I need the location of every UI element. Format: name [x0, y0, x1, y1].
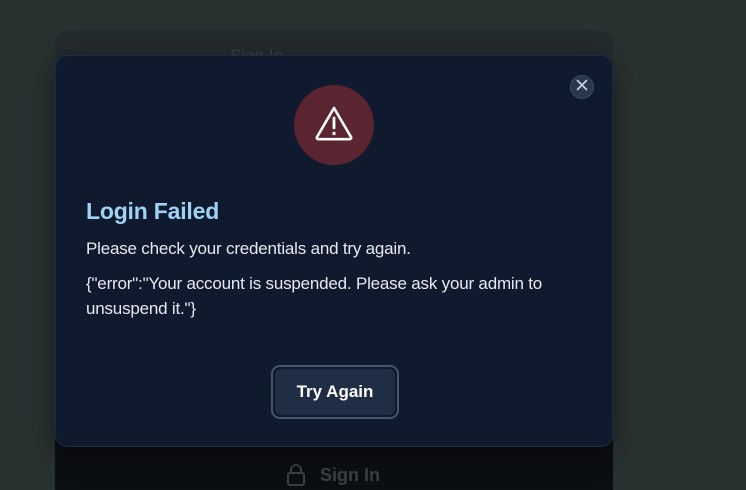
- background-sign-in-label: Sign In: [320, 464, 380, 485]
- try-again-button[interactable]: Try Again: [271, 365, 399, 419]
- error-detail: {"error":"Your account is suspended. Ple…: [86, 274, 543, 318]
- try-again-label: Try Again: [275, 369, 395, 415]
- alert-badge: [294, 85, 374, 165]
- background-sign-in-button: Sign In: [286, 464, 380, 486]
- close-button[interactable]: [570, 75, 594, 99]
- dialog-title: Login Failed: [86, 198, 220, 224]
- warning-triangle-icon: [314, 105, 354, 146]
- close-icon: [576, 78, 588, 96]
- dialog-message: Please check your credentials and try ag…: [86, 239, 411, 258]
- login-failed-dialog: Login Failed Please check your credentia…: [55, 55, 613, 447]
- lock-icon: [286, 464, 306, 486]
